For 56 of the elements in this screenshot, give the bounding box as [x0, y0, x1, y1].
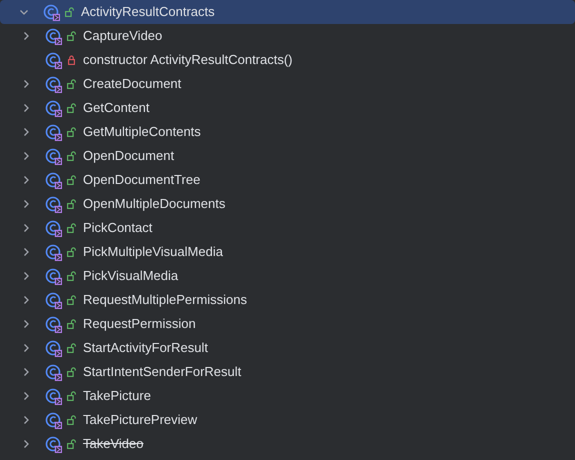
- tree-item[interactable]: constructor ActivityResultContracts(): [0, 48, 575, 72]
- tree-item[interactable]: RequestPermission: [0, 312, 575, 336]
- tree-item[interactable]: OpenMultipleDocuments: [0, 192, 575, 216]
- class-icon: [45, 148, 62, 164]
- class-icon: [45, 436, 62, 452]
- tree-item[interactable]: OpenDocument: [0, 144, 575, 168]
- chevron-icon[interactable]: [21, 247, 31, 257]
- class-icon: [45, 100, 62, 116]
- class-icon: [45, 52, 62, 68]
- chevron-icon[interactable]: [21, 31, 31, 41]
- tree-item[interactable]: CreateDocument: [0, 72, 575, 96]
- chevron-icon[interactable]: [21, 79, 31, 89]
- tree-item[interactable]: OpenDocumentTree: [0, 168, 575, 192]
- class-icon: [45, 220, 62, 236]
- tree-item[interactable]: PickVisualMedia: [0, 264, 575, 288]
- class-icon: [45, 196, 62, 212]
- tree-item[interactable]: PickMultipleVisualMedia: [0, 240, 575, 264]
- chevron-icon[interactable]: [21, 391, 31, 401]
- class-icon: [43, 4, 60, 20]
- chevron-icon[interactable]: [21, 439, 31, 449]
- class-icon: [45, 292, 62, 308]
- tree-item[interactable]: ActivityResultContracts: [0, 0, 575, 24]
- chevron-icon[interactable]: [21, 175, 31, 185]
- class-icon: [45, 316, 62, 332]
- chevron-icon[interactable]: [21, 199, 31, 209]
- class-icon: [45, 364, 62, 380]
- tree-item[interactable]: PickContact: [0, 216, 575, 240]
- chevron-icon[interactable]: [21, 103, 31, 113]
- tree-item[interactable]: StartIntentSenderForResult: [0, 360, 575, 384]
- class-icon: [45, 76, 62, 92]
- class-icon: [45, 124, 62, 140]
- chevron-icon[interactable]: [21, 415, 31, 425]
- tree-item[interactable]: GetContent: [0, 96, 575, 120]
- chevron-icon[interactable]: [19, 7, 29, 17]
- chevron-icon[interactable]: [21, 127, 31, 137]
- chevron-icon[interactable]: [21, 295, 31, 305]
- chevron-icon[interactable]: [21, 319, 31, 329]
- class-icon: [45, 28, 62, 44]
- chevron-icon[interactable]: [21, 223, 31, 233]
- tree-item[interactable]: RequestMultiplePermissions: [0, 288, 575, 312]
- chevron-icon[interactable]: [21, 271, 31, 281]
- tree-item[interactable]: StartActivityForResult: [0, 336, 575, 360]
- chevron-icon[interactable]: [21, 343, 31, 353]
- class-icon: [45, 412, 62, 428]
- tree-item[interactable]: CaptureVideo: [0, 24, 575, 48]
- chevron-icon[interactable]: [21, 151, 31, 161]
- tree-item[interactable]: TakePicturePreview: [0, 408, 575, 432]
- class-icon: [45, 244, 62, 260]
- class-icon: [45, 340, 62, 356]
- chevron-icon[interactable]: [21, 367, 31, 377]
- class-icon: [45, 388, 62, 404]
- tree-item[interactable]: GetMultipleContents: [0, 120, 575, 144]
- class-icon: [45, 172, 62, 188]
- tree-item[interactable]: TakeVideo: [0, 432, 575, 456]
- class-icon: [45, 268, 62, 284]
- tree-item[interactable]: TakePicture: [0, 384, 575, 408]
